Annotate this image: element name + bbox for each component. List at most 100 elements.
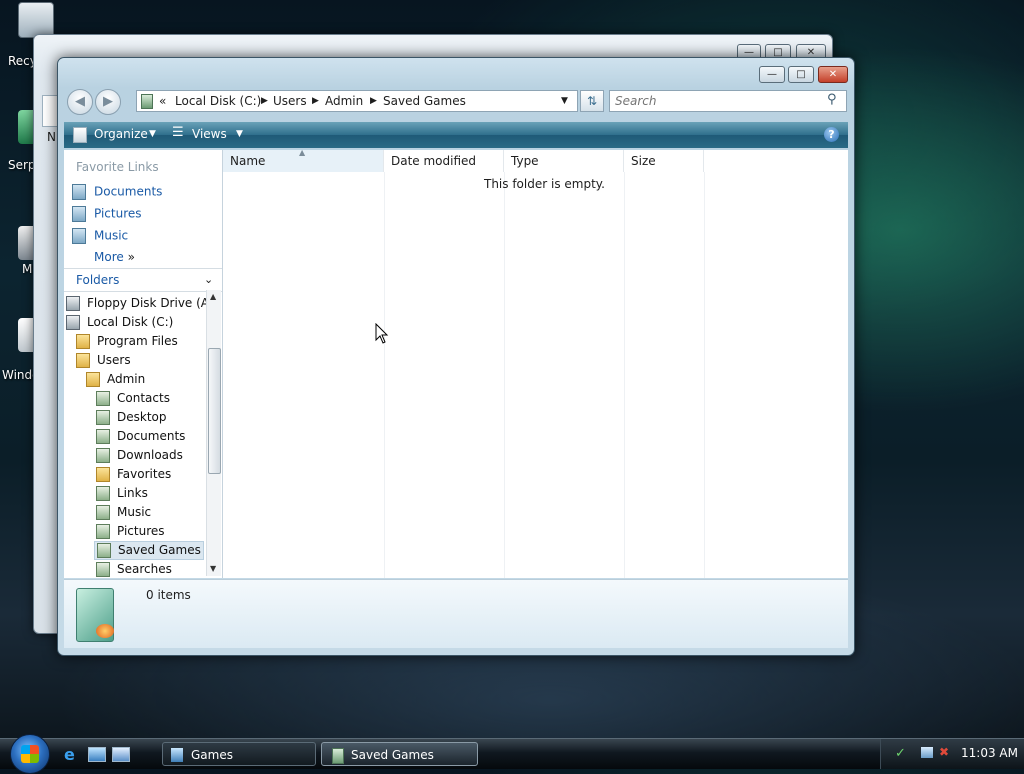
refresh-icon: ⇅ [586,94,598,108]
address-dropdown-icon[interactable]: ▼ [561,96,568,106]
favorite-link-label: Pictures [94,206,142,221]
help-icon[interactable]: ? [824,127,839,142]
address-segment-local-disk[interactable]: Local Disk (C:) [175,94,261,108]
folder-icon [76,353,90,368]
folders-header[interactable]: Folders ⌄ [64,268,222,292]
column-divider [504,172,505,578]
column-label: Type [511,154,539,168]
chevron-right-icon[interactable]: ▶ [261,96,268,106]
search-icon[interactable]: ⚲ [827,92,837,107]
security-shield-icon[interactable]: ✓ [895,746,906,761]
links-folder-icon [96,486,110,501]
taskbar-button-games[interactable]: Games [162,742,316,766]
tree-item-downloads[interactable]: Downloads [96,448,183,463]
start-button[interactable] [10,734,50,774]
address-segment-admin[interactable]: Admin [325,94,363,108]
favorite-link-documents[interactable]: Documents [72,184,162,200]
desktop-folder-icon [96,410,110,425]
taskbar-button-saved-games[interactable]: Saved Games [321,742,478,766]
tree-item-label: Music [117,505,152,519]
tree-item-label: Favorites [117,467,172,481]
close-icon: ✕ [828,69,838,80]
forward-button[interactable]: ▶ [95,89,121,115]
explorer-window-saved-games[interactable]: — □ ✕ ◀ ▶ « Local Disk (C:) ▶ Users ▶ Ad… [57,57,855,656]
address-overflow-chevron[interactable]: « [159,94,166,108]
games-icon [171,748,183,762]
clock[interactable]: 11:03 AM [961,746,1018,760]
column-divider [384,172,385,578]
forward-arrow-icon: ▶ [103,94,113,109]
tree-item-favorites[interactable]: Favorites [96,467,171,482]
tree-item-saved-games[interactable]: Saved Games [94,541,204,560]
tree-item-program-files[interactable]: Program Files [76,334,178,349]
internet-explorer-icon[interactable]: e [64,745,75,764]
tree-scrollbar[interactable]: ▲ ▼ [206,290,221,576]
column-header-size[interactable]: Size [624,150,704,172]
notification-area: ✓ ✖ 11:03 AM [880,739,1024,769]
column-divider [624,172,625,578]
address-segment-saved-games[interactable]: Saved Games [383,94,466,108]
chevron-down-icon[interactable]: ▼ [236,129,243,139]
refresh-button[interactable]: ⇅ [580,90,604,112]
chevron-right-icon[interactable]: ▶ [370,96,377,106]
chevron-down-icon[interactable]: ⌄ [204,273,213,286]
search-input[interactable] [613,92,817,110]
column-header-type[interactable]: Type [504,150,624,172]
tree-item-label: Pictures [117,524,165,538]
switch-windows-icon[interactable] [112,747,130,762]
documents-icon [72,184,86,200]
pictures-icon [72,206,86,222]
minimize-button[interactable]: — [759,66,785,83]
tree-item-documents[interactable]: Documents [96,429,185,444]
tree-item-label: Users [97,353,131,367]
chevron-right-icon[interactable]: ▶ [312,96,319,106]
views-icon: ☰ [172,125,184,140]
search-box[interactable]: ⚲ [609,90,847,112]
saved-games-folder-icon [97,543,111,558]
network-icon[interactable] [921,747,933,758]
tree-item-label: Local Disk (C:) [87,315,174,329]
scroll-up-icon[interactable]: ▲ [210,292,216,301]
music-folder-icon [96,505,110,520]
more-links-button[interactable]: More » [94,250,135,264]
tree-item-searches[interactable]: Searches [96,562,172,577]
favorite-link-music[interactable]: Music [72,228,128,244]
address-segment-users[interactable]: Users [273,94,307,108]
organize-button[interactable]: Organize [94,127,148,141]
tree-item-users[interactable]: Users [76,353,131,368]
show-desktop-icon[interactable] [88,747,106,762]
searches-folder-icon [96,562,110,577]
column-label: Name [230,154,266,168]
column-header-name[interactable]: Name ▲ [223,148,384,172]
folder-icon [141,94,153,109]
tree-item-local-disk[interactable]: Local Disk (C:) [66,315,173,330]
chevron-down-icon[interactable]: ▼ [149,129,156,139]
views-button[interactable]: Views [192,127,227,141]
floppy-drive-icon [66,296,80,311]
tree-item-floppy[interactable]: Floppy Disk Drive (A:) [66,296,218,311]
saved-games-badge-icon [96,624,114,638]
minimize-icon: — [767,69,777,80]
column-header-date-modified[interactable]: Date modified [384,150,504,172]
tree-item-contacts[interactable]: Contacts [96,391,170,406]
tree-item-music[interactable]: Music [96,505,151,520]
address-bar[interactable]: « Local Disk (C:) ▶ Users ▶ Admin ▶ Save… [136,90,578,112]
taskbar: e Games Saved Games ✓ ✖ 11:03 AM [0,734,1024,774]
tree-item-admin[interactable]: Admin [86,372,145,387]
column-label: Size [631,154,656,168]
tree-item-links[interactable]: Links [96,486,148,501]
scroll-down-icon[interactable]: ▼ [210,564,216,573]
scrollbar-thumb[interactable] [208,348,221,474]
back-button[interactable]: ◀ [67,89,93,115]
tree-item-desktop[interactable]: Desktop [96,410,167,425]
close-button[interactable]: ✕ [818,66,848,83]
volume-muted-icon[interactable]: ✖ [939,745,949,759]
file-list[interactable]: Name ▲ Date modified Type Size This fold… [223,148,848,578]
column-divider [704,172,705,578]
tree-item-pictures[interactable]: Pictures [96,524,165,539]
tree-item-label: Links [117,486,148,500]
maximize-button[interactable]: □ [788,66,814,83]
documents-folder-icon [96,429,110,444]
favorite-link-pictures[interactable]: Pictures [72,206,142,222]
downloads-folder-icon [96,448,110,463]
